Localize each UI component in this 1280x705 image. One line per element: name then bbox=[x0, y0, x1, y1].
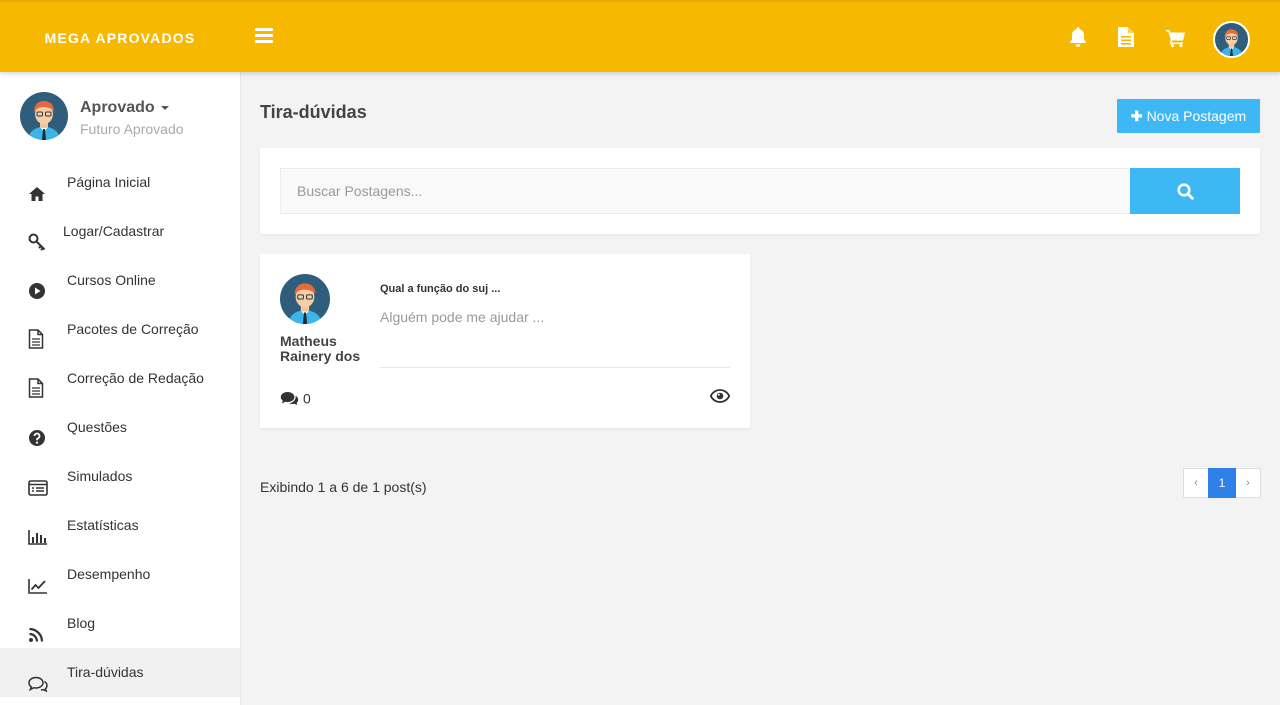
post-title-link[interactable]: Qual a função do suj ... bbox=[380, 283, 500, 295]
sidebar-item-estatisticas[interactable]: Estatísticas bbox=[0, 501, 240, 550]
menu-toggle-icon[interactable] bbox=[255, 28, 273, 44]
home-icon bbox=[28, 173, 48, 201]
play-circle-icon bbox=[28, 271, 48, 299]
pagination-page-1[interactable]: 1 bbox=[1208, 468, 1236, 498]
pagination-next[interactable]: › bbox=[1236, 468, 1261, 498]
bar-chart-icon bbox=[28, 516, 48, 545]
sidebar-item-desempenho[interactable]: Desempenho bbox=[0, 550, 240, 599]
sidebar-item-simulados[interactable]: Simulados bbox=[0, 452, 240, 501]
pagination-prev[interactable]: ‹ bbox=[1183, 468, 1208, 498]
sidebar-item-cursos-online[interactable]: Cursos Online bbox=[0, 256, 240, 305]
file-text-icon bbox=[28, 320, 48, 349]
rss-icon bbox=[28, 614, 48, 642]
search-button[interactable] bbox=[1130, 168, 1240, 214]
top-navbar: MEGA APROVADOS bbox=[0, 0, 1280, 72]
page-title: Tira-dúvidas bbox=[260, 102, 367, 122]
sidebar-item-questoes[interactable]: Questões bbox=[0, 403, 240, 452]
sidebar-item-pacotes-correcao[interactable]: Pacotes de Correção bbox=[0, 305, 240, 354]
list-alt-icon bbox=[28, 467, 48, 496]
question-circle-icon bbox=[28, 418, 48, 446]
post-author-name: Matheus Rainery dos bbox=[280, 333, 361, 364]
new-post-label: Nova Postagem bbox=[1146, 108, 1247, 124]
profile-name: Aprovado bbox=[80, 99, 155, 116]
user-avatar[interactable] bbox=[1213, 21, 1250, 58]
brand-logo[interactable]: MEGA APROVADOS bbox=[0, 2, 240, 72]
pagination-summary: Exibindo 1 a 6 de 1 post(s) bbox=[260, 479, 427, 495]
file-text-icon bbox=[28, 369, 48, 398]
search-input[interactable] bbox=[280, 168, 1131, 214]
eye-icon[interactable] bbox=[709, 389, 731, 407]
sidebar-item-label: Questões bbox=[67, 419, 127, 435]
profile-name-dropdown[interactable]: Aprovado bbox=[80, 99, 169, 117]
sidebar-item-logar-cadastrar[interactable]: Logar/Cadastrar bbox=[0, 207, 240, 256]
sidebar-item-blog[interactable]: Blog bbox=[0, 599, 240, 648]
key-icon bbox=[28, 222, 48, 251]
sidebar-item-label: Página Inicial bbox=[67, 174, 151, 190]
bell-icon[interactable] bbox=[1068, 26, 1090, 48]
sidebar-item-correcao-redacao[interactable]: Correção de Redação bbox=[0, 354, 240, 403]
post-card[interactable]: Matheus Rainery dos Qual a função do suj… bbox=[260, 254, 750, 428]
sidebar-item-label: Correção de Redação bbox=[67, 370, 204, 386]
plus-icon: ✚ bbox=[1130, 108, 1143, 124]
post-author-avatar bbox=[280, 274, 330, 324]
profile-avatar bbox=[20, 92, 68, 140]
sidebar-item-label: Estatísticas bbox=[67, 517, 139, 533]
caret-down-icon bbox=[160, 105, 169, 110]
sidebar-item-label: Pacotes de Correção bbox=[67, 321, 199, 337]
cart-icon[interactable] bbox=[1165, 26, 1187, 48]
search-panel bbox=[260, 148, 1260, 234]
search-icon bbox=[1176, 182, 1194, 200]
sidebar-item-pagina-inicial[interactable]: Página Inicial bbox=[0, 158, 240, 207]
new-post-button[interactable]: ✚ Nova Postagem bbox=[1117, 99, 1260, 133]
document-icon[interactable] bbox=[1117, 26, 1139, 48]
post-divider bbox=[380, 367, 730, 368]
sidebar-item-label: Desempenho bbox=[67, 566, 151, 582]
sidebar-item-label: Simulados bbox=[67, 468, 133, 484]
sidebar-item-label: Cursos Online bbox=[67, 272, 156, 288]
sidebar-item-label: Logar/Cadastrar bbox=[63, 223, 165, 239]
post-excerpt: Alguém pode me ajudar ... bbox=[380, 309, 545, 325]
comments-icon bbox=[280, 391, 299, 405]
line-chart-icon bbox=[28, 565, 48, 594]
sidebar-item-tira-duvidas[interactable]: Tira-dúvidas bbox=[0, 648, 240, 697]
sidebar-item-label: Tira-dúvidas bbox=[67, 664, 144, 680]
comments-icon bbox=[28, 663, 48, 693]
comments-count: 0 bbox=[303, 390, 311, 407]
post-comments-count[interactable]: 0 bbox=[280, 389, 311, 407]
pagination: ‹ 1 › bbox=[1183, 468, 1261, 498]
sidebar-profile: Aprovado Futuro Aprovado bbox=[0, 72, 240, 158]
profile-role: Futuro Aprovado bbox=[80, 121, 184, 137]
sidebar-item-label: Blog bbox=[67, 615, 96, 631]
sidebar: Aprovado Futuro Aprovado Página Inicial … bbox=[0, 72, 241, 705]
